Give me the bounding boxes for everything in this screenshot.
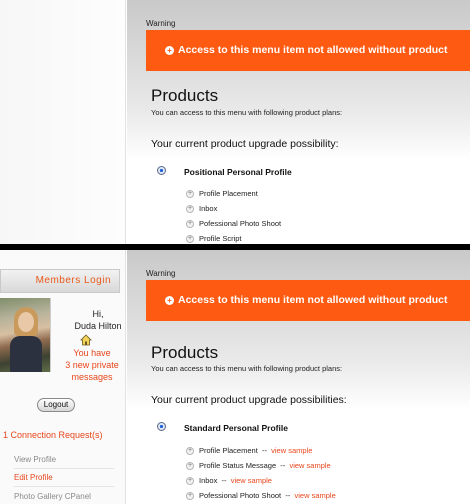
user-name: Duda Hilton bbox=[74, 321, 122, 331]
main-content-bottom: Warning + Access to this menu item not a… bbox=[127, 250, 470, 504]
warning-alert: + Access to this menu item not allowed w… bbox=[146, 280, 470, 321]
plus-circle-icon[interactable]: + bbox=[186, 235, 194, 243]
top-screen: Warning + Access to this menu item not a… bbox=[0, 0, 470, 244]
nav-edit-profile[interactable]: Edit Profile bbox=[14, 473, 114, 487]
plus-circle-icon[interactable]: + bbox=[186, 190, 194, 198]
warning-alert: + Access to this menu item not allowed w… bbox=[146, 30, 470, 71]
plus-circle-icon[interactable]: + bbox=[186, 220, 194, 228]
feature-label: Inbox bbox=[199, 204, 218, 213]
main-content-top: Warning + Access to this menu item not a… bbox=[127, 0, 470, 244]
separator: -- bbox=[285, 491, 291, 500]
plus-circle-icon: + bbox=[165, 296, 174, 305]
house-icon[interactable] bbox=[80, 334, 92, 346]
plan-radio[interactable] bbox=[157, 422, 166, 431]
avatar[interactable] bbox=[0, 298, 51, 372]
logout-button[interactable]: Logout bbox=[37, 398, 75, 412]
view-sample-link[interactable]: view sample bbox=[271, 446, 312, 455]
products-subtitle: You can access to this menu with followi… bbox=[151, 108, 343, 117]
members-login-title: Members Login bbox=[0, 269, 120, 293]
view-sample-link[interactable]: view sample bbox=[295, 491, 336, 500]
feature-label: Pofessional Photo Shoot bbox=[199, 219, 282, 228]
products-subtitle: You can access to this menu with followi… bbox=[151, 364, 343, 373]
alert-text: Access to this menu item not allowed wit… bbox=[178, 44, 448, 56]
plus-circle-icon[interactable]: + bbox=[186, 477, 194, 485]
plus-circle-icon[interactable]: + bbox=[186, 462, 194, 470]
view-sample-link[interactable]: view sample bbox=[289, 461, 330, 470]
feature-label: Profile Status Message bbox=[199, 461, 277, 470]
nav-view-profile[interactable]: View Profile bbox=[14, 455, 114, 469]
sidebar-top bbox=[0, 0, 126, 244]
sidebar-bottom: Members Login Hi, Duda Hilton You have 3… bbox=[0, 250, 126, 504]
private-messages-link[interactable]: You have 3 new private messages bbox=[58, 347, 126, 383]
products-title: Products bbox=[151, 343, 219, 362]
products-title: Products bbox=[151, 86, 219, 105]
connection-requests-link[interactable]: 1 Connection Request(s) bbox=[3, 430, 103, 440]
upgrade-title: Your current product upgrade possibility… bbox=[151, 138, 339, 150]
plus-circle-icon[interactable]: + bbox=[186, 447, 194, 455]
bottom-screen: Members Login Hi, Duda Hilton You have 3… bbox=[0, 250, 470, 504]
plus-circle-icon[interactable]: + bbox=[186, 492, 194, 500]
plus-circle-icon: + bbox=[165, 46, 174, 55]
user-greeting: Hi, Duda Hilton bbox=[70, 308, 126, 332]
feature-label: Inbox bbox=[199, 476, 218, 485]
greeting-text: Hi, bbox=[92, 309, 104, 319]
warning-label: Warning bbox=[146, 269, 176, 278]
upgrade-title: Your current product upgrade possibiliti… bbox=[151, 394, 347, 406]
view-sample-link[interactable]: view sample bbox=[231, 476, 272, 485]
feature-label: Profile Script bbox=[199, 234, 242, 243]
feature-label: Profile Placement bbox=[199, 189, 258, 198]
separator: -- bbox=[221, 476, 227, 485]
feature-label: Profile Placement bbox=[199, 446, 258, 455]
separator: -- bbox=[261, 446, 267, 455]
warning-label: Warning bbox=[146, 19, 176, 28]
plus-circle-icon[interactable]: + bbox=[186, 205, 194, 213]
nav-photo-gallery[interactable]: Photo Gallery CPanel bbox=[14, 492, 114, 504]
plan-radio[interactable] bbox=[157, 166, 166, 175]
plan-name: Standard Personal Profile bbox=[184, 423, 288, 433]
plan-name: Positional Personal Profile bbox=[184, 167, 292, 177]
separator: -- bbox=[280, 461, 286, 470]
alert-text: Access to this menu item not allowed wit… bbox=[178, 294, 448, 306]
feature-label: Pofessional Photo Shoot bbox=[199, 491, 282, 500]
